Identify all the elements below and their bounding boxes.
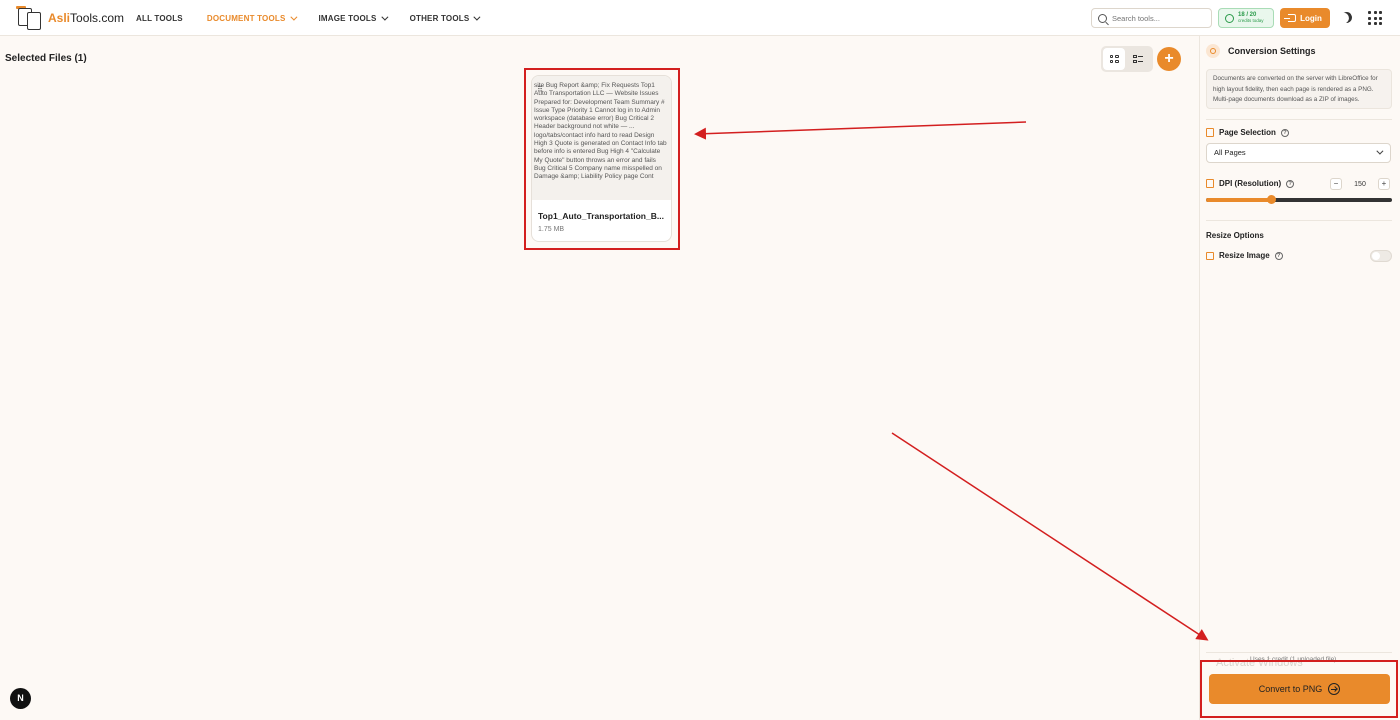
site-logo[interactable]: AsliTools.com <box>16 6 124 30</box>
divider <box>1206 119 1392 120</box>
chevron-down-icon <box>473 13 481 21</box>
logo-mark-icon <box>16 6 44 30</box>
search-input[interactable] <box>1112 13 1207 23</box>
conversion-info: Documents are converted on the server wi… <box>1206 69 1392 109</box>
dpi-slider[interactable] <box>1206 195 1392 204</box>
grid-view-button[interactable] <box>1103 48 1125 70</box>
apps-grid-icon[interactable] <box>1368 11 1382 25</box>
main-nav: ALL TOOLS DOCUMENT TOOLS IMAGE TOOLS OTH… <box>136 0 502 36</box>
dpi-decrement-button[interactable]: − <box>1330 178 1342 190</box>
annotation-box-convert <box>1200 660 1398 718</box>
n-badge-icon[interactable]: N <box>10 688 31 709</box>
dpi-stepper: − 150 + <box>1330 178 1390 190</box>
coins-icon <box>1225 13 1234 23</box>
annotation-arrow-file <box>694 121 1027 140</box>
logo-text-accent: Asli <box>48 11 71 25</box>
dpi-slider-thumb[interactable] <box>1267 195 1277 204</box>
divider <box>1206 652 1392 653</box>
divider <box>1206 220 1392 221</box>
login-button[interactable]: Login <box>1280 8 1330 28</box>
help-icon[interactable]: ? <box>1286 179 1295 188</box>
resize-options-heading: Resize Options <box>1206 231 1264 240</box>
resize-image-toggle[interactable] <box>1370 250 1392 262</box>
annotation-box-file-card <box>524 68 680 250</box>
list-icon <box>1133 54 1143 64</box>
nav-all-tools[interactable]: ALL TOOLS <box>136 14 183 23</box>
dpi-label: DPI (Resolution) ? <box>1206 179 1295 188</box>
logo-text: AsliTools.com <box>48 11 124 25</box>
dpi-slider-fill <box>1206 198 1272 202</box>
help-icon[interactable]: ? <box>1274 251 1283 260</box>
credits-label: credits today <box>1238 18 1264 23</box>
dpi-increment-button[interactable]: + <box>1378 178 1390 190</box>
page-selection-select[interactable]: All Pages <box>1206 143 1391 163</box>
selected-files-title: Selected Files (1) <box>5 53 87 64</box>
login-icon <box>1284 14 1297 22</box>
gear-icon <box>1206 44 1220 58</box>
sidebar-header: Conversion Settings <box>1206 44 1316 58</box>
nav-document-tools-label: DOCUMENT TOOLS <box>206 13 286 23</box>
nav-image-tools[interactable]: IMAGE TOOLS <box>318 13 389 23</box>
top-header: AsliTools.com ALL TOOLS DOCUMENT TOOLS I… <box>0 0 1400 36</box>
credits-badge[interactable]: 18 / 20 credits today <box>1218 8 1274 28</box>
page-selection-value: All Pages <box>1214 148 1246 157</box>
chevron-down-icon <box>380 13 389 21</box>
nav-other-tools[interactable]: OTHER TOOLS <box>409 13 481 23</box>
file-icon <box>1206 128 1214 137</box>
annotation-arrows <box>694 121 1209 641</box>
dpi-label-text: DPI (Resolution) <box>1219 179 1282 188</box>
moon-icon[interactable] <box>1339 10 1354 25</box>
resize-image-label: Resize Image ? <box>1206 251 1283 260</box>
nav-other-tools-label: OTHER TOOLS <box>409 13 470 23</box>
grid-icon <box>1109 54 1119 64</box>
view-toggle <box>1101 46 1153 72</box>
logo-text-rest: Tools.com <box>70 11 125 25</box>
help-icon[interactable]: ? <box>1280 128 1289 137</box>
search-box <box>1091 8 1212 28</box>
page-selection-text: Page Selection <box>1219 128 1276 137</box>
login-label: Login <box>1300 13 1322 23</box>
annotation-arrow-convert <box>891 432 1209 641</box>
nav-document-tools[interactable]: DOCUMENT TOOLS <box>206 13 297 23</box>
settings-sidebar: Conversion Settings Documents are conver… <box>1199 36 1400 720</box>
nav-image-tools-label: IMAGE TOOLS <box>318 13 377 23</box>
search-icon <box>1098 13 1107 23</box>
resize-image-text: Resize Image <box>1219 251 1270 260</box>
dpi-value[interactable]: 150 <box>1342 181 1378 188</box>
chevron-down-icon <box>289 13 297 21</box>
add-file-button[interactable]: + <box>1157 47 1181 71</box>
list-view-button[interactable] <box>1127 48 1149 70</box>
image-icon <box>1206 251 1214 260</box>
chevron-down-icon <box>1376 147 1384 155</box>
sidebar-title: Conversion Settings <box>1228 46 1316 56</box>
page-selection-label: Page Selection ? <box>1206 128 1289 137</box>
file-icon <box>1206 179 1214 188</box>
nav-all-tools-label: ALL TOOLS <box>136 13 183 23</box>
